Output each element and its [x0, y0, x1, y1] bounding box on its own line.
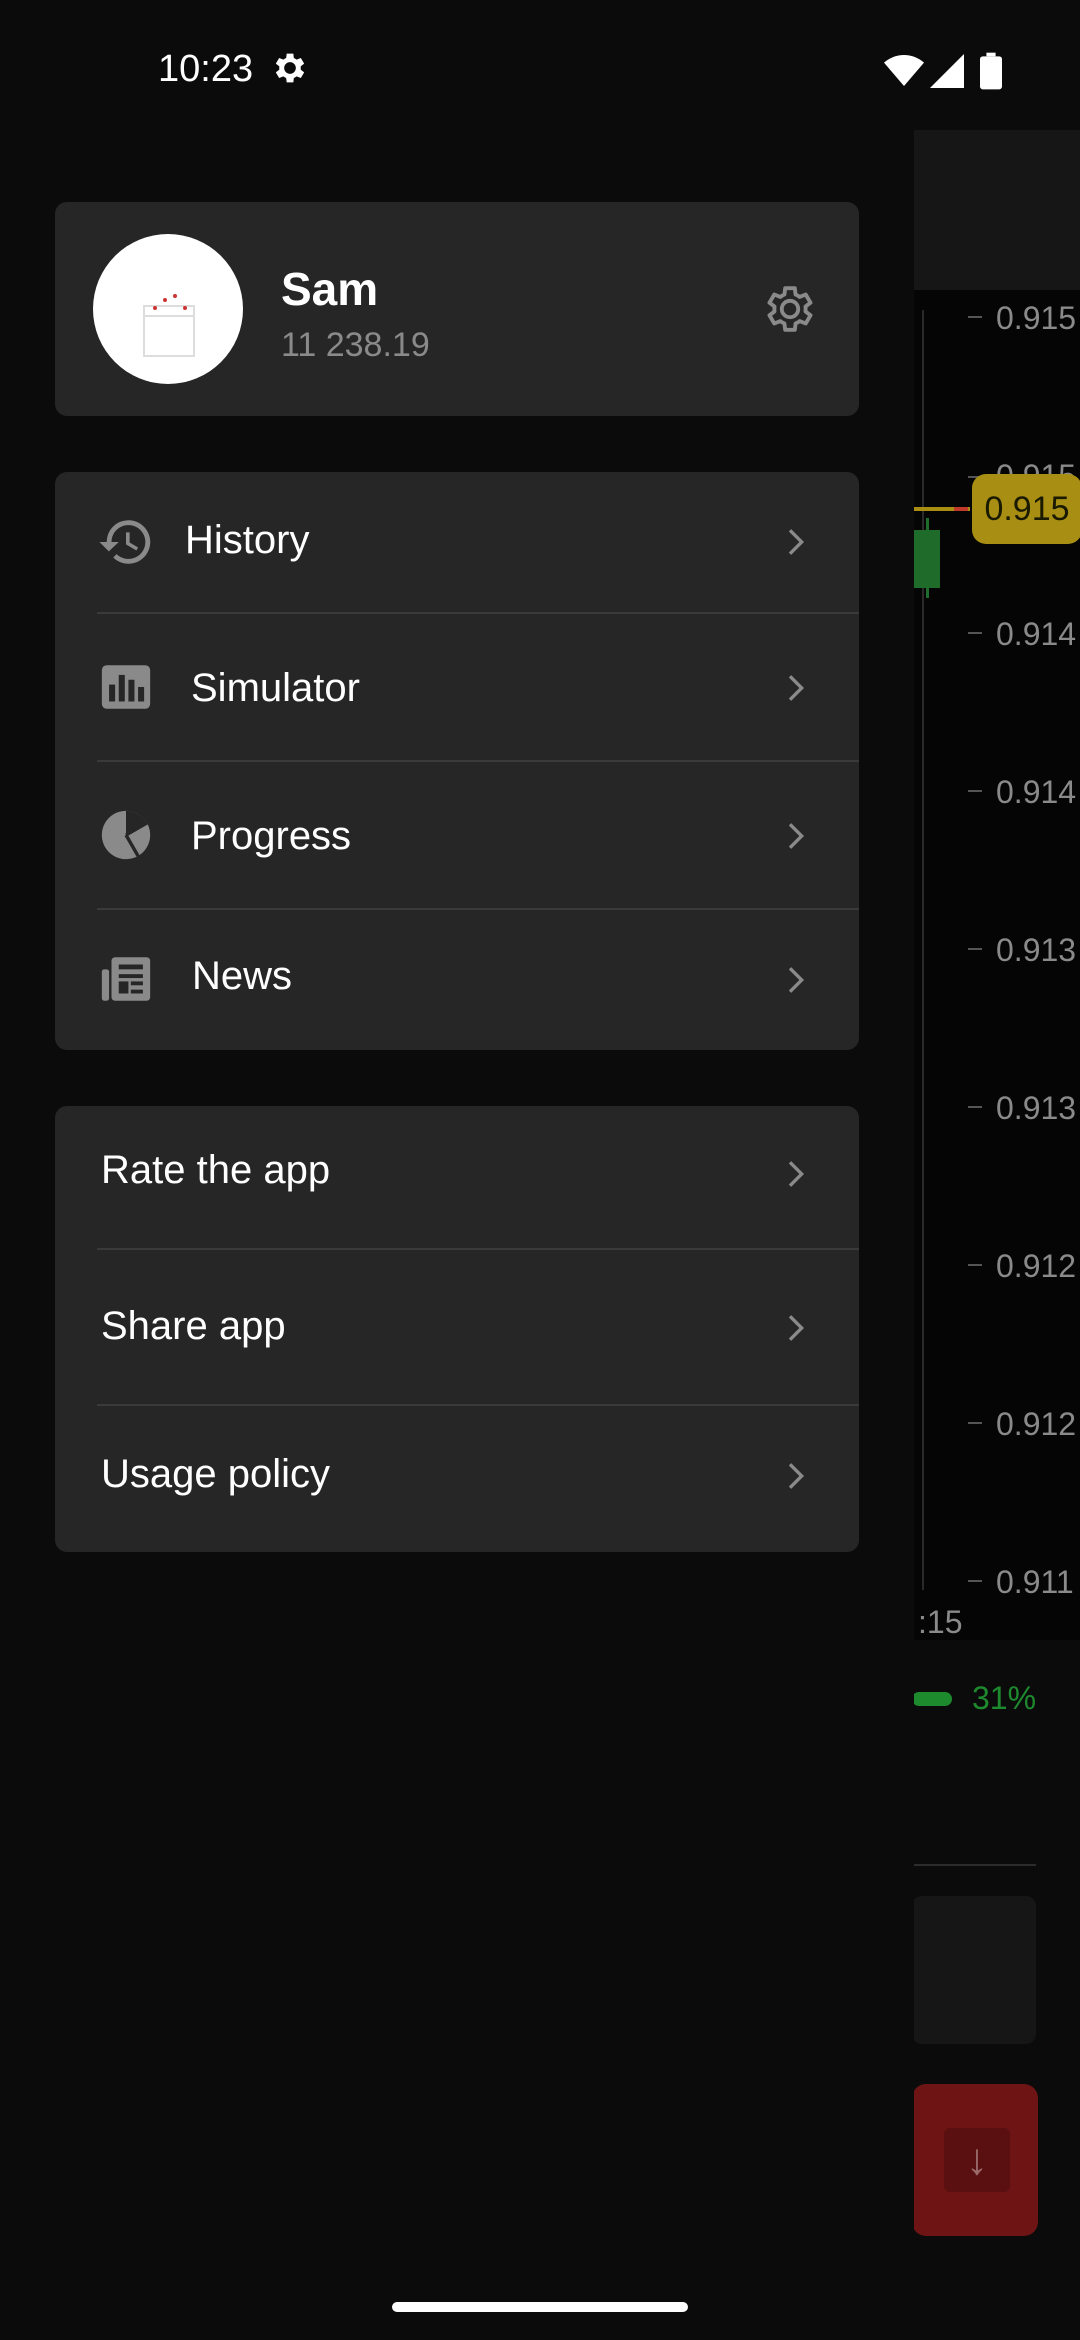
- chevron-right-icon: [788, 529, 805, 555]
- status-icons: [884, 52, 1014, 92]
- menu-item-usage-policy[interactable]: Usage policy: [55, 1406, 859, 1552]
- price-tick: [968, 948, 982, 950]
- secondary-menu: Rate the app Share app Usage policy: [55, 1106, 859, 1552]
- battery-icon: [980, 52, 1002, 90]
- pie-chart-icon: [101, 810, 151, 860]
- chevron-right-icon: [788, 1463, 805, 1489]
- primary-menu: History Simulator Progress News: [55, 472, 859, 1050]
- price-tick-label: 0.913: [996, 1090, 1077, 1126]
- menu-item-history[interactable]: History: [55, 472, 859, 612]
- home-indicator[interactable]: [392, 2302, 688, 2312]
- profile-name: Sam: [281, 263, 379, 315]
- chevron-right-icon: [788, 675, 805, 701]
- menu-item-progress[interactable]: Progress: [55, 762, 859, 908]
- profile-card[interactable]: Sam 11 238.19: [55, 202, 859, 416]
- price-tick-label: 0.914: [996, 774, 1077, 810]
- status-time: 10:23: [158, 48, 254, 90]
- menu-item-simulator[interactable]: Simulator: [55, 614, 859, 760]
- time-axis-label: :15: [918, 1604, 963, 1640]
- price-tick: [968, 1422, 982, 1424]
- price-tick: [968, 1106, 982, 1108]
- menu-item-label: Simulator: [191, 666, 360, 710]
- chart-axis-line: [922, 310, 924, 1590]
- menu-item-label: Progress: [191, 814, 352, 858]
- price-tick-label: 0.915: [996, 300, 1077, 336]
- navigation-drawer: 10:23 Sam 11 238.19 History Simulator Pr…: [0, 0, 914, 2272]
- price-tick: [968, 632, 982, 634]
- menu-item-label: News: [192, 954, 293, 998]
- bg-header: [912, 130, 1080, 290]
- avatar-image-icon: [143, 294, 195, 357]
- price-tick-label: 0.912: [996, 1406, 1077, 1442]
- bg-divider: [912, 1864, 1036, 1866]
- menu-item-share-app[interactable]: Share app: [55, 1250, 859, 1404]
- chevron-right-icon: [788, 1315, 805, 1341]
- price-tick: [968, 316, 982, 318]
- arrow-down-icon: ↓: [944, 2128, 1010, 2192]
- bg-input-box: [912, 1896, 1036, 2044]
- menu-item-rate-app[interactable]: Rate the app: [55, 1106, 859, 1248]
- menu-item-label: History: [185, 518, 310, 562]
- gear-icon[interactable]: [761, 280, 819, 338]
- status-bar: 10:23: [0, 0, 914, 140]
- price-tick: [968, 1264, 982, 1266]
- percent-label: 31%: [972, 1680, 1037, 1716]
- price-tick-label: 0.913: [996, 932, 1077, 968]
- current-price-badge: 0.915: [972, 474, 1080, 544]
- menu-item-label: Usage policy: [101, 1452, 331, 1496]
- candle: [914, 530, 940, 588]
- chevron-right-icon: [788, 823, 805, 849]
- newspaper-icon: [101, 957, 151, 1001]
- profile-balance: 11 238.19: [281, 326, 430, 364]
- settings-status-icon: [275, 53, 305, 83]
- history-icon: [99, 520, 151, 564]
- percent-bar: [912, 1692, 952, 1706]
- avatar[interactable]: [93, 234, 243, 384]
- chevron-right-icon: [788, 1161, 805, 1187]
- menu-item-label: Share app: [101, 1304, 286, 1348]
- chevron-right-icon: [788, 967, 805, 993]
- wifi-icon: [884, 55, 924, 86]
- price-tick: [968, 790, 982, 792]
- price-tick-label: 0.914: [996, 616, 1077, 652]
- signal-icon: [930, 54, 964, 88]
- price-marker: [954, 507, 968, 511]
- menu-item-label: Rate the app: [101, 1148, 331, 1192]
- price-tick-label: 0.912: [996, 1248, 1077, 1284]
- price-tick: [968, 1580, 982, 1582]
- menu-item-news[interactable]: News: [55, 910, 859, 1050]
- price-tick-label: 0.911: [996, 1564, 1074, 1600]
- bar-chart-icon: [101, 665, 151, 709]
